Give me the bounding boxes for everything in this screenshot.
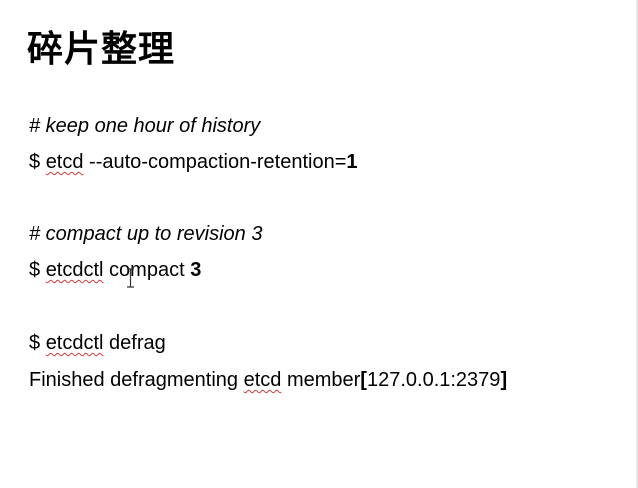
command-line-defrag: $ etcdctl defrag [29,330,166,356]
command-args: --auto-compaction-retention= [83,151,347,173]
prompt: $ [29,151,46,173]
output-prefix: Finished defragmenting [29,369,244,391]
slide: 碎片整理 # keep one hour of history $ etcd -… [0,0,638,488]
command-args: compact [103,259,191,281]
bracket-open: [ [360,369,367,391]
command-name: etcdctl [45,332,104,354]
prompt: $ [29,259,46,281]
comment-line-compact: # compact up to revision 3 [29,223,263,245]
command-line-etcd: $ etcd --auto-compaction-retention=1 [29,149,358,175]
member-address: 127.0.0.1:2379 [366,369,501,391]
slide-title: 碎片整理 [27,29,176,70]
command-value: 3 [190,259,202,281]
prompt: $ [29,332,46,354]
command-name: etcd [45,151,84,173]
command-args: defrag [103,332,166,354]
command-value: 1 [346,151,358,173]
bracket-close: ] [500,369,508,391]
command-name: etcdctl [45,259,104,281]
output-member: member [281,369,361,391]
output-line-defrag: Finished defragmenting etcd member[127.0… [29,367,507,393]
output-command-name: etcd [243,369,282,391]
text-cursor-icon [127,268,134,288]
command-line-compact: $ etcdctl compact 3 [29,257,201,283]
comment-line-history: # keep one hour of history [29,115,261,137]
